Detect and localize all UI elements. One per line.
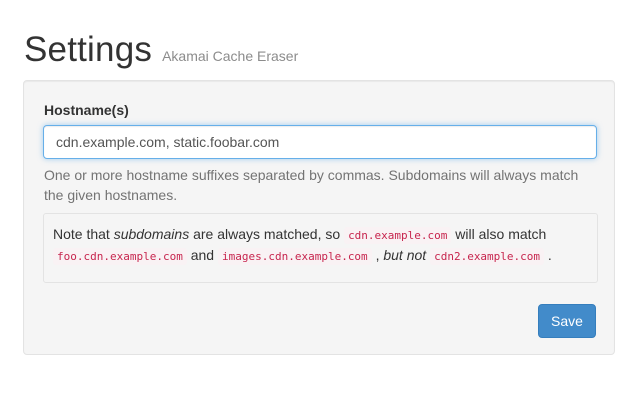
note-and: and [186,247,218,263]
note-but-not: but not [383,247,427,263]
note-will-match: will also match [451,226,547,242]
note-prefix: Note that [53,226,114,242]
page-subtitle: Akamai Cache Eraser [162,48,299,64]
save-button[interactable]: Save [538,304,596,338]
subdomain-note: Note that subdomains are always matched,… [43,213,598,283]
note-line-1: Note that subdomains are always matched,… [53,224,588,244]
note-middle: are always matched, so [189,226,345,242]
note-non-match: cdn2.example.com [430,248,545,265]
settings-form-panel: Hostname(s) One or more hostname suffixe… [23,80,615,355]
hostname-input[interactable] [43,125,597,159]
page-title: Settings [24,30,153,69]
note-period: . [544,247,552,263]
settings-page: Settings Akamai Cache Eraser Hostname(s)… [0,0,640,400]
hostname-label: Hostname(s) [44,102,129,118]
note-example-host: cdn.example.com [344,227,452,244]
hostname-help-text: One or more hostname suffixes separated … [44,167,579,203]
note-match-two: images.cdn.example.com [217,248,372,265]
note-line-2: foo.cdn.example.com and images.cdn.examp… [53,245,588,265]
page-header: Settings Akamai Cache Eraser [24,30,298,70]
note-match-one: foo.cdn.example.com [53,248,187,265]
note-emphasis: subdomains [113,226,190,242]
note-comma: , [371,247,384,263]
